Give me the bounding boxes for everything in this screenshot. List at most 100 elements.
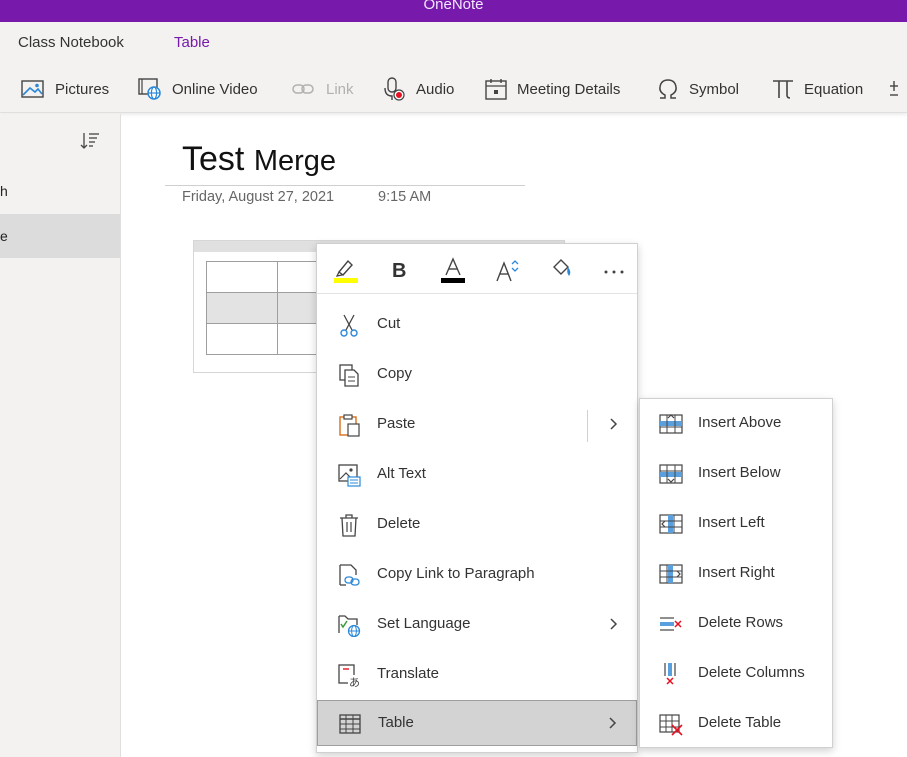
page-time: 9:15 AM bbox=[378, 189, 432, 205]
menu-item-label: Paste bbox=[377, 415, 416, 432]
font-size-button[interactable] bbox=[491, 254, 523, 286]
format-painter-button[interactable] bbox=[545, 254, 577, 286]
title-bar: OneNote bbox=[0, 0, 907, 22]
menu-item-label: Translate bbox=[377, 665, 439, 682]
symbol-label: Symbol bbox=[689, 80, 740, 98]
menu-item-table[interactable]: Table bbox=[317, 700, 637, 746]
equation-label: Equation bbox=[804, 80, 864, 98]
more-options-button[interactable] bbox=[598, 254, 630, 286]
pictures-icon bbox=[21, 80, 44, 98]
audio-label: Audio bbox=[416, 80, 455, 98]
title-underline bbox=[165, 185, 525, 186]
ribbon-toolbar: Pictures Online Video Link Audio Meeting… bbox=[0, 66, 907, 113]
meeting-details-icon bbox=[485, 79, 507, 100]
menu-item-label: Set Language bbox=[377, 615, 471, 632]
bold-button[interactable]: B bbox=[383, 254, 415, 286]
delete-rows-icon bbox=[660, 617, 682, 631]
table-cell[interactable] bbox=[206, 261, 278, 293]
meeting-details-label: Meeting Details bbox=[517, 80, 621, 98]
tab-class-notebook[interactable]: Class Notebook bbox=[18, 34, 124, 51]
highlight-button[interactable] bbox=[329, 254, 361, 286]
link-label: Link bbox=[326, 80, 354, 98]
tab-table[interactable]: Table bbox=[174, 34, 210, 51]
omega-icon bbox=[659, 79, 677, 99]
pictures-label: Pictures bbox=[55, 80, 110, 98]
menu-item-translate[interactable]: あ Translate bbox=[317, 652, 637, 698]
submenu-item-delete-rows[interactable]: Delete Rows bbox=[640, 599, 832, 649]
menu-item-paste[interactable]: Paste bbox=[317, 402, 637, 448]
table-cell[interactable] bbox=[206, 323, 278, 355]
app-title: OneNote bbox=[423, 0, 484, 13]
delete-columns-icon bbox=[664, 663, 676, 685]
table-submenu: Insert Above Insert Below Insert Left In… bbox=[639, 398, 833, 748]
sort-button[interactable] bbox=[80, 131, 100, 156]
page-title[interactable]: Test Merge bbox=[182, 140, 336, 179]
symbol-button[interactable]: Symbol bbox=[656, 76, 739, 102]
table-cell[interactable] bbox=[206, 292, 278, 324]
more-icon bbox=[604, 270, 624, 274]
pictures-button[interactable]: Pictures bbox=[20, 76, 109, 102]
page-date: Friday, August 27, 2021 bbox=[182, 189, 335, 205]
insert-below-icon bbox=[659, 464, 683, 484]
menu-item-label: Copy bbox=[377, 365, 413, 382]
scissors-icon bbox=[340, 314, 358, 337]
menu-item-delete[interactable]: Delete bbox=[317, 502, 637, 548]
insert-above-icon bbox=[659, 414, 683, 434]
translate-icon: あ bbox=[338, 664, 360, 687]
ribbon-tabs: Class Notebook Table bbox=[0, 22, 907, 66]
link-icon bbox=[292, 84, 314, 94]
submenu-item-delete-columns[interactable]: Delete Columns bbox=[640, 649, 832, 699]
table-icon bbox=[339, 714, 361, 734]
audio-icon bbox=[384, 77, 405, 101]
math-icon bbox=[890, 81, 898, 96]
bold-icon: B bbox=[392, 260, 406, 282]
menu-item-label: Table bbox=[378, 714, 414, 731]
submenu-item-label: Insert Above bbox=[698, 414, 782, 431]
page-title-part1: Test bbox=[182, 140, 245, 178]
equation-button[interactable]: Equation bbox=[771, 76, 863, 102]
context-menu: B Cut Copy Paste Alt Text Delete Copy Li… bbox=[316, 243, 638, 753]
page-list-item[interactable]: h bbox=[0, 169, 120, 213]
font-color-button[interactable] bbox=[437, 254, 469, 286]
insert-right-icon bbox=[659, 564, 683, 584]
menu-item-copy[interactable]: Copy bbox=[317, 352, 637, 398]
sort-icon bbox=[80, 133, 99, 149]
online-video-button[interactable]: Online Video bbox=[137, 76, 258, 102]
submenu-item-insert-below[interactable]: Insert Below bbox=[640, 449, 832, 499]
submenu-item-insert-left[interactable]: Insert Left bbox=[640, 499, 832, 549]
font-color-icon bbox=[441, 257, 465, 283]
page-list-item-selected[interactable]: e bbox=[0, 214, 120, 258]
link-button[interactable]: Link bbox=[291, 76, 354, 102]
online-video-label: Online Video bbox=[172, 80, 258, 98]
menu-item-label: Alt Text bbox=[377, 465, 426, 482]
submenu-item-label: Insert Left bbox=[698, 514, 765, 531]
more-ribbon-button[interactable] bbox=[890, 76, 907, 102]
menu-item-copy-link[interactable]: Copy Link to Paragraph bbox=[317, 552, 637, 598]
menu-item-cut[interactable]: Cut bbox=[317, 302, 637, 348]
menu-item-set-language[interactable]: Set Language bbox=[317, 602, 637, 648]
chevron-right-icon bbox=[610, 618, 618, 630]
menu-item-alt-text[interactable]: Alt Text bbox=[317, 452, 637, 498]
submenu-item-insert-right[interactable]: Insert Right bbox=[640, 549, 832, 599]
menu-item-label: Cut bbox=[377, 315, 401, 332]
page-list-panel: h e bbox=[0, 114, 121, 757]
menu-item-label: Copy Link to Paragraph bbox=[377, 565, 535, 582]
font-size-icon bbox=[496, 260, 519, 282]
set-language-icon bbox=[338, 615, 361, 637]
mini-toolbar: B bbox=[317, 244, 637, 294]
copy-icon bbox=[339, 364, 359, 387]
highlight-icon bbox=[334, 259, 358, 283]
meeting-details-button[interactable]: Meeting Details bbox=[484, 76, 620, 102]
link-paragraph-icon bbox=[339, 564, 360, 586]
audio-button[interactable]: Audio bbox=[383, 76, 454, 102]
online-video-icon bbox=[138, 78, 161, 100]
submenu-item-insert-above[interactable]: Insert Above bbox=[640, 399, 832, 449]
split-divider bbox=[587, 410, 588, 442]
chevron-right-icon[interactable] bbox=[609, 417, 619, 431]
menu-item-label: Delete bbox=[377, 515, 421, 532]
chevron-right-icon bbox=[609, 717, 617, 729]
submenu-item-delete-table[interactable]: Delete Table bbox=[640, 699, 832, 749]
svg-text:B: B bbox=[392, 260, 406, 282]
submenu-item-label: Delete Columns bbox=[698, 664, 805, 681]
submenu-item-label: Delete Table bbox=[698, 714, 782, 731]
